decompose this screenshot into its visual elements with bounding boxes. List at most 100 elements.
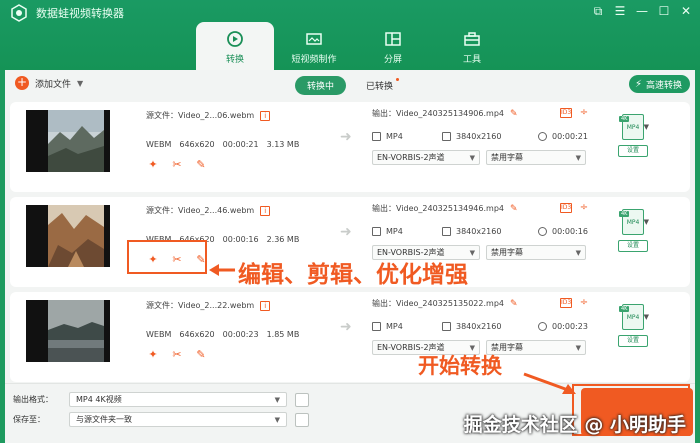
start-annotation-text: 开始转换 [418, 354, 502, 378]
main-nav: 转换 短视频制作 分屏 工具 [196, 22, 512, 70]
output-duration: 00:00:23 [538, 322, 588, 331]
tab-video-maker[interactable]: 短视频制作 [275, 22, 353, 70]
split-icon[interactable]: ÷ [578, 203, 590, 213]
arrow-right-icon: ➜ [340, 224, 352, 240]
tab-converted[interactable]: 已转换 [366, 78, 400, 92]
split-icon[interactable]: ÷ [578, 108, 590, 118]
scissors-icon[interactable]: ✂ [170, 158, 184, 172]
tab-tools[interactable]: 工具 [433, 22, 511, 70]
add-file-label: 添加文件 [35, 79, 72, 90]
info-icon[interactable]: i [260, 205, 271, 216]
app-logo-icon [11, 4, 27, 22]
clock-icon [538, 227, 547, 236]
chevron-down-icon[interactable]: ▼ [644, 313, 649, 321]
edit-icon[interactable]: ✎ [194, 348, 208, 362]
output-info: 输出：Video_240325134906.mp4 ✎ ID3 ÷ MP4 38… [372, 108, 612, 165]
output-filename: 输出：Video_240325134946.mp4 [372, 204, 504, 213]
menu-icon[interactable]: ☰ [612, 3, 628, 19]
convert-icon [227, 31, 243, 47]
edit-tools: ✦ ✂ ✎ [146, 348, 208, 362]
chevron-down-icon: ▼ [469, 248, 475, 257]
output-duration-value: 00:00:21 [552, 132, 588, 141]
arrow-right-icon: ➜ [340, 129, 352, 145]
video-thumbnail[interactable] [26, 205, 110, 267]
output-duration: 00:00:16 [538, 227, 588, 236]
tab-convert-label: 转换 [225, 55, 244, 65]
rename-pencil-icon[interactable]: ✎ [510, 299, 518, 309]
subtitle-select[interactable]: 禁用字幕 ▼ [486, 150, 586, 165]
toolbar: + 添加文件 ▼ 转换中 已转换 ⚡ 高速转换 [5, 70, 695, 100]
rename-pencil-icon[interactable]: ✎ [510, 109, 518, 119]
video-format-icon [372, 227, 381, 236]
maximize-button[interactable]: ☐ [656, 3, 672, 19]
output-resolution: 3840x2160 [442, 132, 538, 141]
enhance-icon[interactable]: ✦ [146, 158, 160, 172]
mp4-file-icon[interactable]: 4K MP4 ▼ [619, 304, 649, 330]
chevron-down-icon[interactable]: ▼ [644, 123, 649, 131]
source-info: 源文件：Video_2...22.webm i [146, 300, 271, 311]
tab-video-maker-label: 短视频制作 [291, 55, 337, 65]
chevron-down-icon[interactable]: ▼ [77, 79, 83, 88]
rename-pencil-icon[interactable]: ✎ [510, 204, 518, 214]
source-format: WEBM [146, 140, 172, 149]
video-thumbnail[interactable] [26, 110, 110, 172]
output-format: MP4 [372, 322, 442, 331]
target-format[interactable]: 4K MP4 ▼ 设置 [618, 114, 649, 157]
subtitle-select[interactable]: 禁用字幕 ▼ [486, 245, 586, 260]
annotation-arrow-icon [523, 372, 576, 394]
folder-icon[interactable] [295, 412, 309, 427]
source-duration: 00:00:23 [222, 330, 259, 339]
info-icon[interactable]: i [260, 300, 271, 311]
split-icon[interactable]: ÷ [578, 298, 590, 308]
window-controls: ⧉ ☰ — ☐ ✕ [590, 3, 694, 19]
output-duration: 00:00:21 [538, 132, 588, 141]
edit-icon[interactable]: ✎ [194, 158, 208, 172]
fast-convert-button[interactable]: ⚡ 高速转换 [628, 75, 690, 93]
status-tabs: 转换中 已转换 [295, 76, 400, 95]
audio-track-select[interactable]: EN-VORBIS-2声道 ▼ [372, 150, 480, 165]
source-format: WEBM [146, 330, 172, 339]
mp4-file-icon[interactable]: 4K MP4 ▼ [619, 114, 649, 140]
scissors-icon[interactable]: ✂ [170, 348, 184, 362]
settings-button[interactable]: 设置 [618, 335, 648, 347]
mp4-file-icon[interactable]: 4K MP4 ▼ [619, 209, 649, 235]
output-format-value: MP4 [386, 132, 403, 141]
source-resolution: 646x620 [179, 140, 215, 149]
id3-tag-icon[interactable]: ID3 [560, 203, 572, 213]
format-badge-label: MP4 [626, 219, 640, 226]
plus-icon: + [15, 75, 29, 90]
settings-button[interactable]: 设置 [618, 240, 648, 252]
clock-icon [538, 132, 547, 141]
minimize-button[interactable]: — [634, 3, 650, 19]
save-to-label: 保存至： [13, 415, 45, 424]
settings-button[interactable]: 设置 [618, 145, 648, 157]
feedback-icon[interactable]: ⧉ [590, 3, 606, 19]
id3-tag-icon[interactable]: ID3 [560, 298, 572, 308]
save-to-select[interactable]: 与源文件夹一致 ▼ [69, 412, 287, 427]
tab-converting[interactable]: 转换中 [295, 76, 347, 95]
output-format-select[interactable]: MP4 4K视频 ▼ [69, 392, 287, 407]
source-resolution: 646x620 [179, 330, 215, 339]
target-format[interactable]: 4K MP4 ▼ 设置 [618, 304, 649, 347]
format-settings-icon[interactable] [295, 392, 309, 407]
app-title: 数据蛙视频转换器 [36, 7, 124, 20]
target-format[interactable]: 4K MP4 ▼ 设置 [618, 209, 649, 252]
close-button[interactable]: ✕ [678, 3, 694, 19]
video-format-icon [372, 322, 381, 331]
clock-icon [538, 322, 547, 331]
source-filename: 源文件：Video_2...46.webm [146, 206, 255, 215]
tab-split-screen[interactable]: 分屏 [354, 22, 432, 70]
video-thumbnail[interactable] [26, 300, 110, 362]
add-file-button[interactable]: + 添加文件 ▼ [15, 76, 83, 90]
id3-tag-icon[interactable]: ID3 [560, 108, 572, 118]
info-icon[interactable]: i [260, 110, 271, 121]
source-duration: 00:00:21 [222, 140, 259, 149]
output-format-label: 输出格式： [13, 395, 53, 404]
chevron-down-icon[interactable]: ▼ [644, 218, 649, 226]
title-bar: 数据蛙视频转换器 ⧉ ☰ — ☐ ✕ 转换 短视频制作 分屏 工具 [0, 0, 700, 70]
format-4k-badge: 4K [619, 211, 630, 217]
tab-convert[interactable]: 转换 [196, 22, 274, 70]
enhance-icon[interactable]: ✦ [146, 348, 160, 362]
subtitle-value: 禁用字幕 [491, 153, 523, 162]
file-row: 源文件：Video_2...22.webm i WEBM 646x620 00:… [10, 292, 690, 382]
